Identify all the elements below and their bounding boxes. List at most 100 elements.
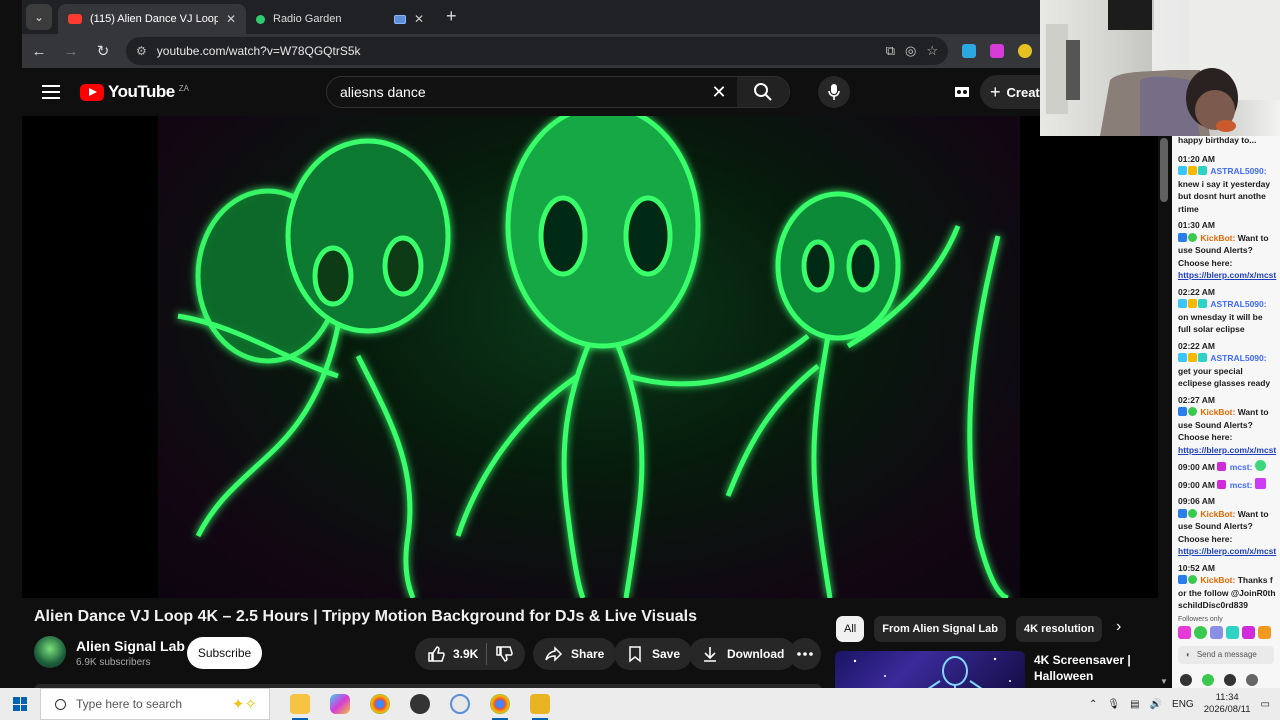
youtube-logo[interactable]: YouTube ZA (80, 82, 189, 102)
kick-icon[interactable] (1202, 673, 1214, 686)
copilot-icon[interactable] (330, 694, 350, 714)
language-indicator[interactable]: ENG (1172, 699, 1194, 710)
thumbs-down-icon[interactable] (495, 645, 514, 663)
tab-search-button[interactable]: ⌄ (26, 4, 52, 30)
badge-icon (1188, 575, 1197, 584)
emote-icon[interactable] (1178, 625, 1191, 639)
tab-close-icon[interactable]: ✕ (226, 12, 236, 26)
volume-icon[interactable]: 🔊 (1150, 699, 1162, 710)
channel-avatar[interactable] (34, 636, 66, 668)
chat-username[interactable]: mcst: (1230, 462, 1253, 472)
chat-username[interactable]: KickBot: (1200, 575, 1235, 585)
new-tab-button[interactable]: + (446, 6, 457, 27)
obs-icon[interactable] (410, 694, 430, 714)
chat-username[interactable]: ASTRAL5090: (1210, 299, 1266, 309)
page-scrollbar[interactable]: ▲ ▼ (1158, 116, 1170, 688)
extension-icon[interactable] (990, 44, 1004, 58)
emote-icon[interactable] (1258, 625, 1271, 639)
site-info-icon[interactable]: ⚙ (136, 44, 147, 58)
microphone-icon[interactable]: 🎙 (1107, 699, 1120, 710)
video-frame[interactable] (158, 116, 1020, 598)
chat-message: 01:20 AM ASTRAL5090: knew i say it yeste… (1172, 153, 1280, 216)
gear-icon[interactable] (1224, 673, 1236, 686)
address-bar[interactable]: ⚙ youtube.com/watch?v=W78QGQtrS5k ⧉ ◎ ☆ (126, 37, 948, 65)
eye-off-icon[interactable]: ◎ (905, 43, 916, 59)
taskbar-search-box[interactable]: Type here to search ✦✧ (40, 688, 270, 720)
subscribe-button[interactable]: Subscribe (187, 637, 262, 669)
thumbs-up-icon[interactable] (427, 645, 445, 663)
emote-icon[interactable] (1210, 625, 1223, 639)
start-button[interactable] (0, 697, 40, 711)
emote-icon[interactable] (1226, 625, 1239, 639)
extension-icon[interactable] (1018, 44, 1032, 58)
windows-logo-icon (13, 697, 27, 711)
chat-username[interactable]: KickBot: (1200, 509, 1235, 519)
tray-chevron-icon[interactable]: ⌃ (1089, 699, 1097, 710)
emote-icon[interactable] (1194, 625, 1207, 639)
tab-close-icon[interactable]: ✕ (414, 12, 424, 26)
search-input[interactable]: aliesns dance (340, 84, 701, 100)
file-explorer-icon[interactable] (290, 694, 310, 720)
chip-all[interactable]: All (836, 616, 865, 642)
scrollbar-thumb[interactable] (1160, 138, 1168, 202)
bookmark-star-icon[interactable]: ☆ (926, 43, 938, 59)
search-box[interactable]: aliesns dance ✕ (326, 76, 790, 108)
recommendation-thumbnail[interactable] (835, 651, 1025, 690)
chip-from-channel[interactable]: From Alien Signal Lab (874, 616, 1006, 642)
clock[interactable]: 11:34 2026/08/11 (1204, 692, 1251, 716)
channel-name[interactable]: Alien Signal Lab (76, 638, 185, 654)
chat-username[interactable]: ASTRAL5090: (1210, 166, 1266, 176)
emote-icon[interactable] (1242, 625, 1255, 639)
bot-badge-icon (1178, 508, 1187, 518)
scroll-down-icon[interactable]: ▼ (1160, 677, 1168, 686)
chat-username[interactable]: mcst: (1230, 480, 1253, 490)
chat-link[interactable]: https://blerp.com/x/mcst (1178, 269, 1276, 282)
more-horizontal-icon (797, 652, 813, 656)
app-icon[interactable] (450, 694, 470, 714)
chat-link[interactable]: https://blerp.com/x/mcst (1178, 444, 1276, 457)
crown-badge-icon (1188, 299, 1197, 308)
voice-search-button[interactable] (818, 76, 850, 108)
install-app-icon[interactable]: ⧉ (886, 43, 895, 59)
menu-icon[interactable] (42, 85, 60, 99)
video-player[interactable] (22, 116, 1158, 598)
badge-icon (1178, 166, 1187, 175)
recommendation-title[interactable]: 4K Screensaver | Halloween (1034, 652, 1134, 684)
logo-text: YouTube (108, 82, 175, 101)
url-text[interactable]: youtube.com/watch?v=W78QGQtrS5k (157, 44, 876, 58)
chat-link[interactable]: https://blerp.com/x/mcst (1178, 545, 1276, 558)
network-icon[interactable]: ▤ (1130, 699, 1139, 710)
chrome-running-icon[interactable] (490, 694, 510, 720)
chat-username[interactable]: ASTRAL5090: (1210, 353, 1266, 363)
back-arrow-icon[interactable]: ← (30, 43, 48, 60)
share-button[interactable]: Share (533, 638, 617, 670)
badge-icon (1198, 299, 1207, 308)
extension-icon[interactable] (962, 44, 976, 58)
chat-username[interactable]: KickBot: (1200, 233, 1235, 243)
download-button[interactable]: Download (689, 638, 797, 670)
game-app-icon[interactable] (530, 694, 550, 720)
emoji-icon[interactable] (1246, 673, 1258, 686)
badge-icon (1198, 166, 1207, 175)
cast-icon[interactable] (952, 83, 972, 101)
reload-icon[interactable]: ↻ (94, 42, 112, 60)
chip-4k-resolution[interactable]: 4K resolution (1015, 616, 1103, 642)
chat-message-input[interactable]: ◐ Send a message (1178, 645, 1274, 664)
chat-time: 02:22 AM (1178, 340, 1216, 351)
like-count[interactable]: 3.9K (453, 647, 478, 661)
chat-username[interactable]: KickBot: (1200, 407, 1235, 417)
save-button[interactable]: Save (614, 638, 693, 670)
clear-search-icon[interactable]: ✕ (701, 82, 737, 103)
search-button[interactable] (737, 77, 789, 107)
notifications-icon[interactable]: ▭ (1261, 699, 1270, 710)
chrome-icon[interactable] (370, 694, 390, 714)
more-actions-button[interactable] (789, 638, 821, 670)
forward-arrow-icon[interactable]: → (62, 43, 80, 60)
tab-radio-garden[interactable]: Radio Garden ✕ (246, 4, 434, 34)
link-icon[interactable] (1180, 673, 1192, 686)
chat-settings-icon[interactable]: ◐ (1186, 650, 1191, 659)
tab-alien-dance[interactable]: (115) Alien Dance VJ Loop 4K - ✕ (58, 4, 246, 34)
chevron-right-icon[interactable]: › (1116, 618, 1121, 636)
taskbar-apps (290, 694, 550, 720)
chat-message: 02:27 AM KickBot: Want to use Sound Aler… (1172, 394, 1280, 457)
